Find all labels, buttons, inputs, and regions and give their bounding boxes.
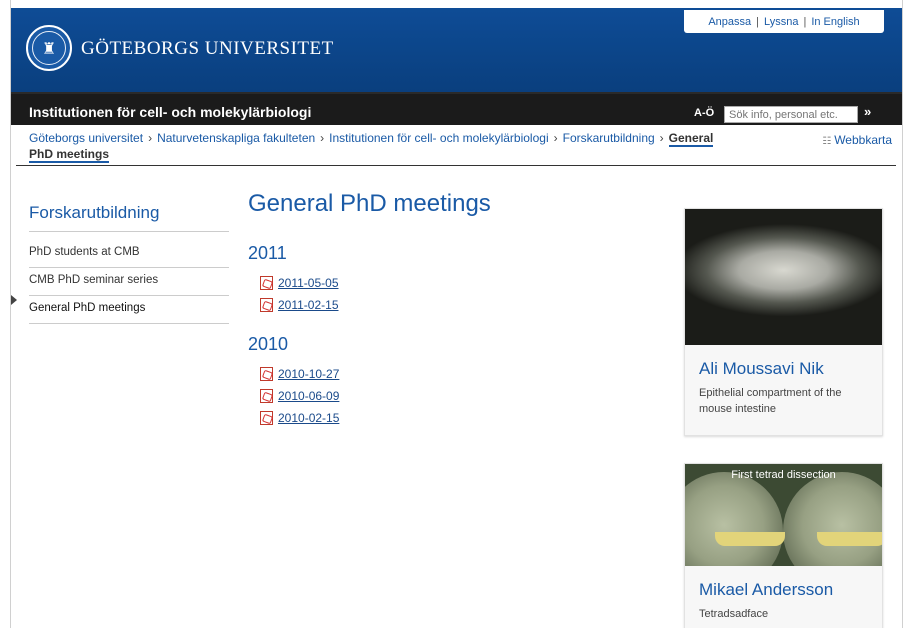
petri-dish bbox=[685, 472, 783, 566]
department-bar: Institutionen för cell- och molekylärbio… bbox=[11, 92, 902, 125]
year-group: 2011 2011-05-05 2011-02-15 bbox=[248, 243, 668, 316]
top-links: Anpassa | Lyssna | In English bbox=[684, 10, 884, 33]
department-title[interactable]: Institutionen för cell- och molekylärbio… bbox=[29, 104, 311, 120]
yeast-streak bbox=[715, 532, 785, 546]
search-input[interactable] bbox=[724, 106, 858, 123]
search-submit-button[interactable]: » bbox=[864, 104, 871, 119]
main-content: General PhD meetings 2011 2011-05-05 201… bbox=[248, 190, 668, 447]
pdf-icon bbox=[260, 367, 273, 381]
sitemap-icon: ☷ bbox=[822, 136, 832, 147]
researcher-card[interactable]: First tetrad dissection Mikael Andersson… bbox=[684, 463, 883, 628]
sitemap-label: Webbkarta bbox=[834, 133, 892, 147]
sitemap-link[interactable]: ☷ Webbkarta bbox=[822, 133, 892, 147]
pdf-icon bbox=[260, 298, 273, 312]
breadcrumb-separator: › bbox=[320, 131, 325, 145]
image-caption: First tetrad dissection bbox=[731, 469, 836, 481]
document-link[interactable]: 2011-02-15 bbox=[278, 298, 339, 312]
university-name[interactable]: GÖTEBORGS UNIVERSITET bbox=[81, 38, 334, 60]
breadcrumb-item[interactable]: Institutionen för cell- och molekylärbio… bbox=[329, 131, 548, 145]
breadcrumb-separator: › bbox=[553, 131, 558, 145]
document-link[interactable]: 2011-05-05 bbox=[278, 276, 339, 290]
pdf-icon bbox=[260, 276, 273, 290]
document-link[interactable]: 2010-02-15 bbox=[278, 411, 339, 425]
breadcrumb-item[interactable]: Göteborgs universitet bbox=[29, 131, 143, 145]
breadcrumb: Göteborgs universitet › Naturvetenskapliga… bbox=[29, 130, 769, 163]
researcher-name[interactable]: Ali Moussavi Nik bbox=[699, 359, 868, 379]
seal-emblem-icon: ♜ bbox=[32, 31, 66, 65]
pdf-icon bbox=[260, 389, 273, 403]
a-z-index-link[interactable]: A-Ö bbox=[694, 107, 714, 119]
english-link[interactable]: In English bbox=[806, 16, 864, 28]
researcher-name[interactable]: Mikael Andersson bbox=[699, 580, 868, 600]
year-heading: 2010 bbox=[248, 334, 289, 354]
microscopy-image bbox=[685, 209, 882, 345]
divider bbox=[16, 165, 896, 166]
petri-dish bbox=[783, 472, 882, 566]
active-arrow-icon bbox=[11, 295, 17, 305]
year-heading: 2011 bbox=[248, 243, 287, 263]
site-header: ♜ GÖTEBORGS UNIVERSITET Anpassa | Lyssna… bbox=[11, 8, 902, 92]
document-item: 2010-06-09 bbox=[260, 385, 668, 407]
document-item: 2011-05-05 bbox=[260, 272, 668, 294]
breadcrumb-separator: › bbox=[148, 131, 153, 145]
breadcrumb-item[interactable]: Forskarutbildning bbox=[563, 131, 655, 145]
nav-item-general-phd-meetings[interactable]: General PhD meetings bbox=[29, 296, 229, 324]
breadcrumb-separator: › bbox=[659, 131, 664, 145]
university-seal-logo[interactable]: ♜ bbox=[26, 25, 72, 71]
nav-item-seminar-series[interactable]: CMB PhD seminar series bbox=[29, 268, 229, 296]
petri-dish-image: First tetrad dissection bbox=[685, 464, 882, 566]
researcher-description: Tetradsadface bbox=[699, 608, 769, 620]
document-item: 2010-02-15 bbox=[260, 407, 668, 429]
researcher-card[interactable]: Ali Moussavi Nik Epithelial compartment … bbox=[684, 208, 883, 436]
nav-item-phd-students[interactable]: PhD students at CMB bbox=[29, 240, 229, 268]
document-link[interactable]: 2010-10-27 bbox=[278, 367, 339, 381]
breadcrumb-current: General bbox=[668, 131, 714, 147]
customize-link[interactable]: Anpassa bbox=[703, 16, 756, 28]
document-item: 2010-10-27 bbox=[260, 363, 668, 385]
nav-title[interactable]: Forskarutbildning bbox=[29, 203, 229, 232]
yeast-streak bbox=[817, 532, 882, 546]
researcher-description: Epithelial compartment of the mouse inte… bbox=[699, 387, 842, 415]
pdf-icon bbox=[260, 411, 273, 425]
left-nav: Forskarutbildning PhD students at CMB CM… bbox=[11, 203, 229, 324]
breadcrumb-current-cont: PhD meetings bbox=[29, 147, 110, 163]
document-link[interactable]: 2010-06-09 bbox=[278, 389, 339, 403]
listen-link[interactable]: Lyssna bbox=[759, 16, 803, 28]
page-title: General PhD meetings bbox=[248, 190, 491, 217]
breadcrumb-item[interactable]: Naturvetenskapliga fakulteten bbox=[157, 131, 315, 145]
document-item: 2011-02-15 bbox=[260, 294, 668, 316]
year-group: 2010 2010-10-27 2010-06-09 2010-02-15 bbox=[248, 334, 668, 429]
page-frame: ♜ GÖTEBORGS UNIVERSITET Anpassa | Lyssna… bbox=[10, 0, 903, 628]
